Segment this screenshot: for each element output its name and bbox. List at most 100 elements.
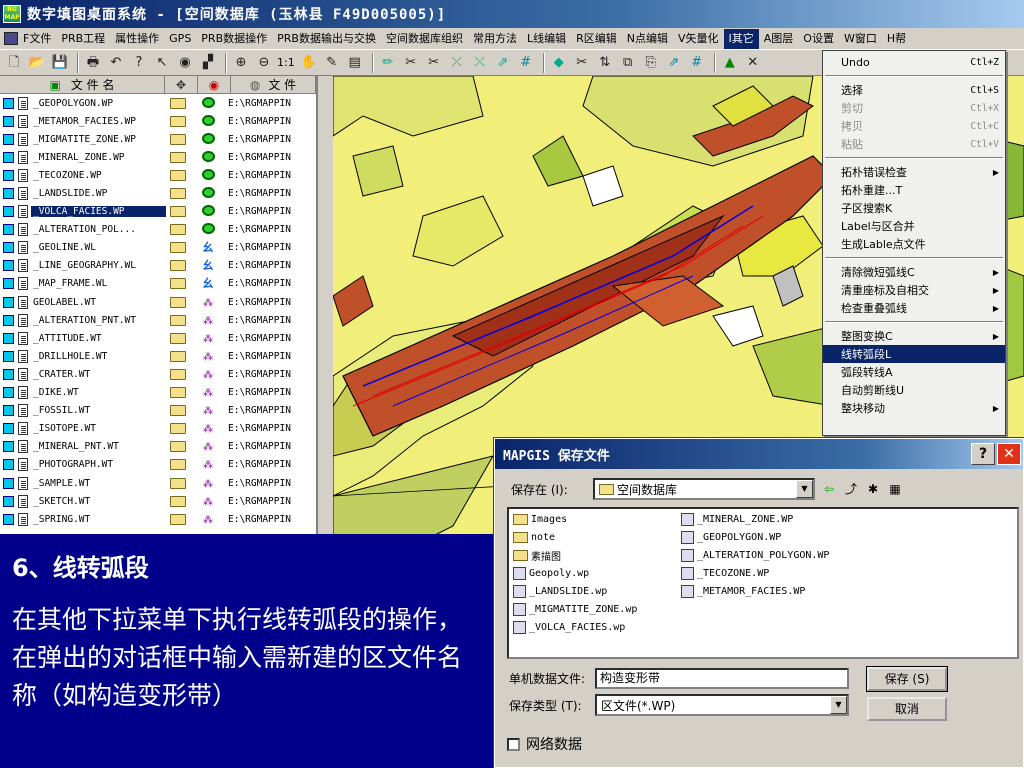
file-item[interactable]: _METAMOR_FACIES.WP [681,583,805,600]
folder-icon[interactable] [170,459,186,471]
menu-item[interactable]: 属性操作 [110,29,164,49]
save-in-combo[interactable]: 空间数据库 ▼ [593,478,815,500]
layer-checkbox[interactable] [3,423,14,435]
layer-checkbox[interactable] [3,242,14,254]
layer-row[interactable]: _SAMPLE.WT ⁂ E:\RGMAPPIN [0,474,316,492]
filetype-select[interactable]: 区文件(*.WP) ▼ [595,694,849,716]
menu-item[interactable]: L线编辑 [522,29,571,49]
layer-row[interactable]: GEOLABEL.WT ⁂ E:\RGMAPPIN [0,293,316,311]
folder-icon[interactable] [170,206,186,218]
header-type[interactable]: ◉ [198,76,231,93]
dropdown-menu-item[interactable]: 粘贴 Ctl+V [823,135,1005,153]
header-filename[interactable]: ▣ 文 件 名 [0,76,165,93]
layer-row[interactable]: _MINERAL_PNT.WT ⁂ E:\RGMAPPIN [0,438,316,456]
folder-icon[interactable] [170,151,186,163]
dropdown-menu-item[interactable]: 选择 Ctl+S [823,81,1005,99]
layer-row[interactable]: _GEOPOLYGON.WP E:\RGMAPPIN [0,94,316,112]
dropdown-menu-item[interactable]: 整图变换C ▶ [823,327,1005,345]
layer-row[interactable]: _SKETCH.WT ⁂ E:\RGMAPPIN [0,492,316,510]
region-edit-icon[interactable]: ⇗ [664,53,684,73]
folder-icon[interactable] [170,133,186,145]
layer-checkbox[interactable] [3,97,14,109]
dropdown-menu-item[interactable]: 弧段转线A [823,363,1005,381]
zoom-out-icon[interactable]: ⊖ [254,53,274,73]
layer-row[interactable]: _ALTERATION_PNT.WT ⁂ E:\RGMAPPIN [0,311,316,329]
menu-item[interactable]: V矢量化 [673,29,724,49]
undo-icon[interactable]: ↶ [106,53,126,73]
file-item[interactable]: _TECOZONE.WP [681,565,769,582]
dropdown-menu-item[interactable]: Undo Ctl+Z [823,53,1005,71]
close-button[interactable]: ✕ [997,443,1021,465]
filename-input[interactable]: 构造变形带 [595,668,849,689]
menu-item[interactable]: W窗口 [839,29,882,49]
layer-checkbox[interactable] [3,206,14,218]
menu-item[interactable]: O设置 [798,29,839,49]
up-folder-icon[interactable]: ⤴ [843,482,859,496]
folder-icon[interactable] [170,296,186,308]
folder-icon[interactable] [170,513,186,525]
layer-checkbox[interactable] [3,278,14,290]
dropdown-menu-item[interactable]: 检查重叠弧线 ▶ [823,299,1005,317]
layer-row[interactable]: _DIKE.WT ⁂ E:\RGMAPPIN [0,384,316,402]
header-path[interactable]: ◍ 文 件 [231,76,316,93]
menu-item[interactable]: A图层 [759,29,799,49]
layer-row[interactable]: _DRILLHOLE.WT ⁂ E:\RGMAPPIN [0,347,316,365]
menu-item[interactable]: I其它 [723,28,759,49]
grid-icon[interactable]: # [516,53,536,73]
layer-checkbox[interactable] [3,513,14,525]
folder-item[interactable]: note [513,529,555,546]
scissors-icon[interactable]: ✂ [572,53,592,73]
layer-row[interactable]: _MIGMATITE_ZONE.WP E:\RGMAPPIN [0,130,316,148]
view-menu-icon[interactable]: ▦ [887,482,903,496]
file-item[interactable]: _VOLCA_FACIES.wp [513,619,625,636]
folder-item[interactable]: 素描图 [513,547,561,564]
menu-item[interactable]: N点编辑 [622,29,673,49]
join-line-2-icon[interactable]: ⤬ [470,53,490,73]
layer-row[interactable]: _LANDSLIDE.WP E:\RGMAPPIN [0,184,316,202]
window-icon[interactable]: ▤ [345,53,365,73]
file-item[interactable]: _GEOPOLYGON.WP [681,529,781,546]
folder-icon[interactable] [170,477,186,489]
folder-icon[interactable] [170,495,186,507]
layer-checkbox[interactable] [3,405,14,417]
menu-item[interactable]: H帮 [882,29,911,49]
menu-item[interactable]: PRB数据操作 [196,29,272,49]
folder-icon[interactable] [170,423,186,435]
move-point-icon[interactable]: ⇅ [595,53,615,73]
menu-item[interactable]: 空间数据库组织 [381,29,468,49]
back-arrow-icon[interactable]: ⇦ [821,482,837,496]
file-item[interactable]: Geopoly.wp [513,565,589,582]
menu-item[interactable]: GPS [164,29,196,49]
zoom-ratio[interactable]: 1:1 [277,56,295,69]
folder-icon[interactable] [170,405,186,417]
file-item[interactable]: _LANDSLIDE.wp [513,583,607,600]
menu-item[interactable]: PRB工程 [56,29,110,49]
menu-item[interactable]: F文件 [18,29,56,49]
copy-icon[interactable]: ⧉ [618,53,638,73]
line-edit-icon[interactable]: ⇗ [493,53,513,73]
folder-icon[interactable] [170,314,186,326]
dropdown-menu-item[interactable]: 自动剪断线U [823,381,1005,399]
layer-checkbox[interactable] [3,350,14,362]
folder-icon[interactable] [170,368,186,380]
chevron-down-icon[interactable]: ▼ [796,480,813,498]
layer-row[interactable]: _VOLCA_FACIES.WP E:\RGMAPPIN [0,203,316,221]
dropdown-menu-item[interactable]: 清除微短弧线C ▶ [823,263,1005,281]
chevron-down-icon[interactable]: ▼ [830,696,847,714]
point-edit-icon[interactable]: ◆ [549,53,569,73]
layer-checkbox[interactable] [3,332,14,344]
dropdown-menu-item[interactable]: 剪切 Ctl+X [823,99,1005,117]
folder-icon[interactable] [170,242,186,254]
help-button[interactable]: ? [971,443,995,465]
dropdown-menu-item[interactable]: 拷贝 Ctl+C [823,117,1005,135]
layer-row[interactable]: _ISOTOPE.WT ⁂ E:\RGMAPPIN [0,420,316,438]
draw-line-icon[interactable]: ✏ [378,53,398,73]
folder-icon[interactable] [170,350,186,362]
layer-row[interactable]: _TECOZONE.WP E:\RGMAPPIN [0,166,316,184]
folder-icon[interactable] [170,260,186,272]
dropdown-menu-item[interactable]: 线转弧段L [823,345,1005,363]
layer-row[interactable]: _ALTERATION_POL... E:\RGMAPPIN [0,221,316,239]
cut-line-icon[interactable]: ✂ [401,53,421,73]
folder-icon[interactable] [170,441,186,453]
layer-checkbox[interactable] [3,188,14,200]
